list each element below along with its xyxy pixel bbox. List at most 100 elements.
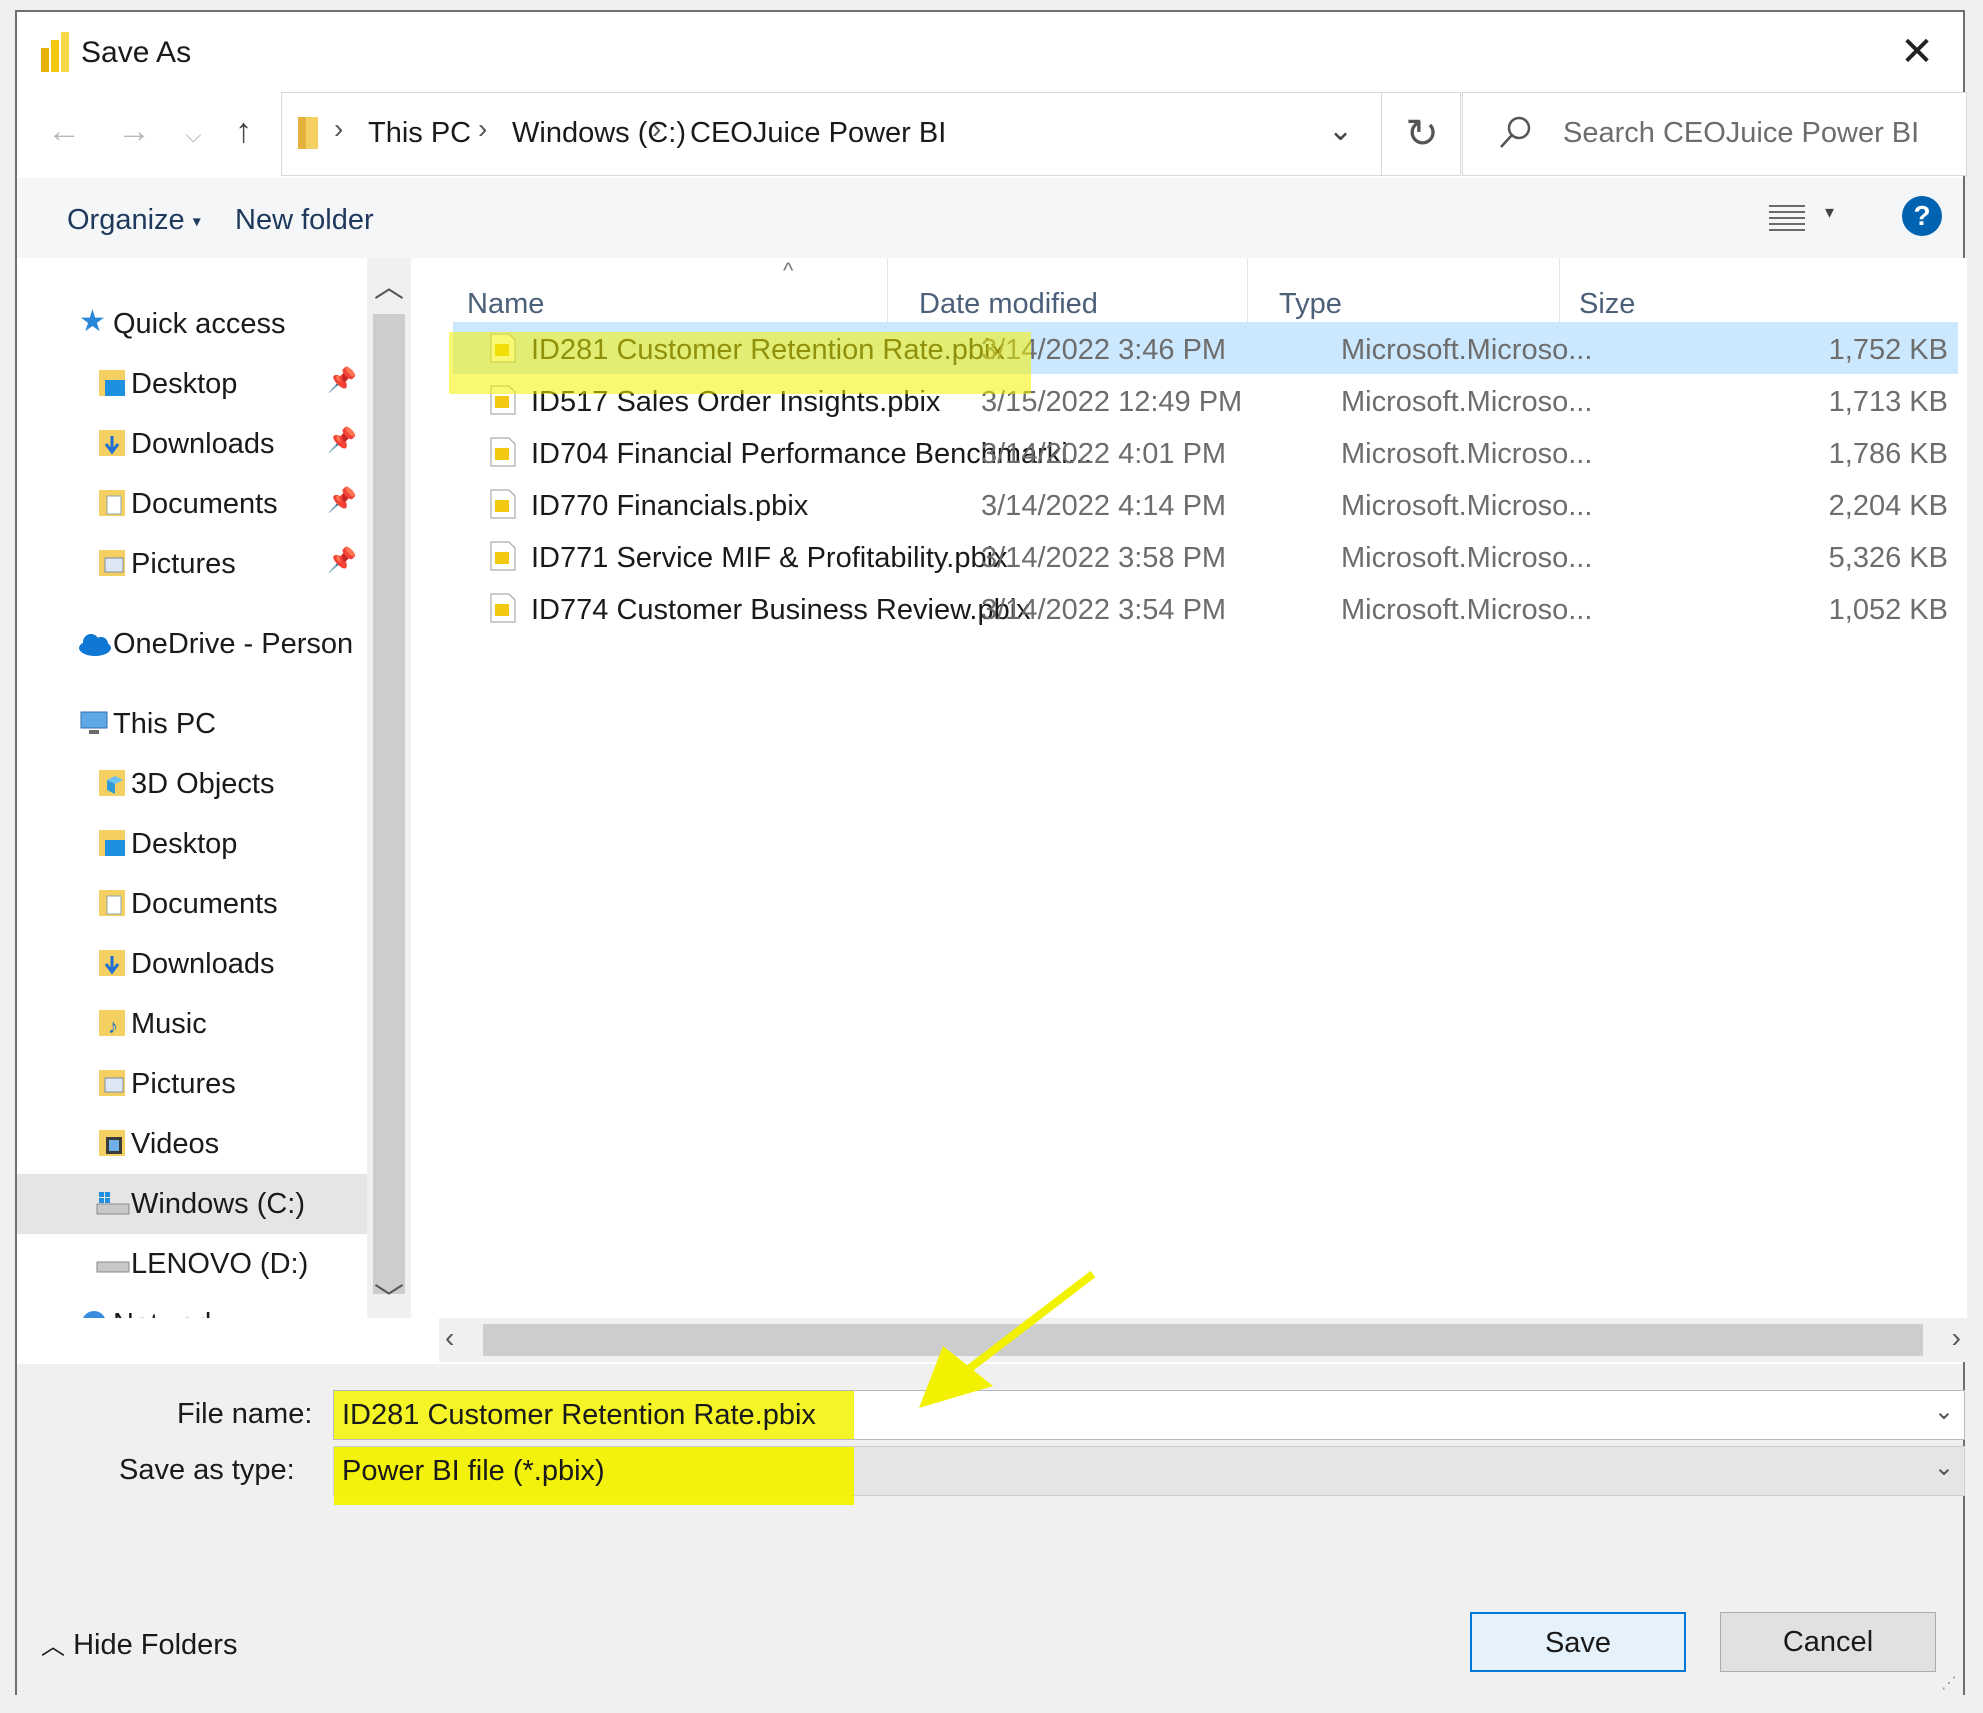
new-folder-button[interactable]: New folder xyxy=(235,204,374,237)
column-name[interactable]: Name xyxy=(467,288,544,321)
column-type[interactable]: Type xyxy=(1279,288,1342,321)
refresh-icon[interactable]: ↻ xyxy=(1381,92,1462,176)
pbix-file-icon xyxy=(490,541,516,571)
save-button[interactable]: Save xyxy=(1470,1612,1686,1672)
save-type-select[interactable]: Power BI file (*.pbix) ⌄ xyxy=(333,1446,1965,1505)
pin-icon[interactable]: 📌 xyxy=(327,366,357,395)
cancel-button[interactable]: Cancel xyxy=(1720,1612,1936,1672)
file-highlight xyxy=(449,332,1031,394)
file-type: Microsoft.Microso... xyxy=(1341,438,1593,470)
resize-grip-icon[interactable]: ⋰ xyxy=(1941,1673,1957,1693)
nav-pc-windows-c[interactable]: Windows (C:) xyxy=(17,1174,367,1234)
folder-icon xyxy=(298,117,318,149)
column-size[interactable]: Size xyxy=(1579,288,1635,321)
horizontal-scroll-thumb[interactable] xyxy=(483,1324,1923,1356)
nav-quick-access[interactable]: ★ Quick access xyxy=(17,294,367,354)
breadcrumb-ceojuice[interactable]: CEOJuice Power BI xyxy=(690,117,946,150)
table-row[interactable]: ID771 Service MIF & Profitability.pbix 3/… xyxy=(453,530,1958,582)
save-type-dropdown-icon[interactable]: ⌄ xyxy=(1934,1453,1954,1482)
pin-icon[interactable]: 📌 xyxy=(327,426,357,455)
downloads-folder-icon xyxy=(99,950,125,976)
nav-quick-pictures[interactable]: Pictures 📌 xyxy=(17,534,367,594)
file-name: ID771 Service MIF & Profitability.pbix xyxy=(531,542,1008,574)
pictures-folder-icon xyxy=(99,1070,125,1096)
svg-text:♪: ♪ xyxy=(108,1016,118,1038)
nav-pc-documents[interactable]: Documents xyxy=(17,874,367,934)
table-row[interactable]: ID704 Financial Performance Benchmarki..… xyxy=(453,426,1958,478)
organize-dropdown-icon: ▾ xyxy=(192,213,201,231)
nav-quick-downloads[interactable]: Downloads 📌 xyxy=(17,414,367,474)
view-dropdown-icon[interactable]: ▾ xyxy=(1825,202,1834,223)
back-arrow-icon[interactable]: ← xyxy=(47,112,81,151)
file-name-dropdown-icon[interactable]: ⌄ xyxy=(1934,1397,1954,1426)
videos-folder-icon xyxy=(99,1130,125,1156)
view-options-icon[interactable] xyxy=(1767,202,1807,234)
save-as-dialog: Save As ✕ ← → ⌵ ↑ › This PC › Windows (C… xyxy=(15,10,1967,1697)
hide-folders-label: Hide Folders xyxy=(73,1629,238,1661)
nav-quick-documents[interactable]: Documents 📌 xyxy=(17,474,367,534)
up-arrow-icon[interactable]: ↑ xyxy=(235,112,252,151)
search-input[interactable]: Search CEOJuice Power BI xyxy=(1462,92,1967,176)
nav-scroll-thumb[interactable] xyxy=(373,314,405,1294)
navigation-pane: ★ Quick access Desktop 📌 Downloads 📌 Doc… xyxy=(17,258,367,1318)
pin-icon[interactable]: 📌 xyxy=(327,486,357,515)
nav-label: Documents xyxy=(131,888,278,920)
breadcrumb-separator-icon: › xyxy=(334,113,344,144)
nav-pc-desktop[interactable]: Desktop xyxy=(17,814,367,874)
nav-pc-music[interactable]: ♪ Music xyxy=(17,994,367,1054)
sort-ascending-icon: ^ xyxy=(783,258,794,283)
downloads-folder-icon xyxy=(99,430,125,456)
recent-locations-chevron-icon[interactable]: ⌵ xyxy=(185,122,202,148)
desktop-folder-icon xyxy=(99,830,125,856)
nav-label: This PC xyxy=(113,708,217,740)
nav-pc-downloads[interactable]: Downloads xyxy=(17,934,367,994)
file-name-field[interactable]: ID281 Customer Retention Rate.pbix ⌄ xyxy=(333,1390,1965,1440)
file-type: Microsoft.Microso... xyxy=(1341,594,1593,626)
organize-button[interactable]: Organize ▾ xyxy=(67,204,201,237)
table-row[interactable]: ID774 Customer Business Review.pbix 3/14/… xyxy=(453,582,1958,634)
nav-label: Quick access xyxy=(113,308,286,340)
scroll-down-icon[interactable]: ﹀ xyxy=(367,1274,411,1318)
music-folder-icon: ♪ xyxy=(99,1010,125,1038)
save-type-label: Save as type: xyxy=(119,1454,295,1486)
hide-folders-button[interactable]: ︿ Hide Folders xyxy=(41,1626,237,1662)
scroll-left-icon[interactable]: ‹ xyxy=(445,1322,454,1354)
nav-label: Pictures xyxy=(131,1068,236,1100)
nav-this-pc[interactable]: This PC xyxy=(17,694,367,754)
pictures-folder-icon xyxy=(99,550,125,576)
title-bar: Save As ✕ xyxy=(17,12,1963,94)
pbix-file-icon xyxy=(490,593,516,623)
horizontal-scrollbar[interactable]: ‹ › xyxy=(439,1318,1967,1362)
star-icon: ★ xyxy=(79,305,106,338)
forward-arrow-icon[interactable]: → xyxy=(117,112,151,151)
organize-label: Organize xyxy=(67,204,185,236)
nav-onedrive[interactable]: OneDrive - Person xyxy=(17,614,367,674)
nav-scrollbar[interactable]: ︿ ﹀ xyxy=(367,258,411,1318)
nav-pc-pictures[interactable]: Pictures xyxy=(17,1054,367,1114)
file-date: 3/14/2022 4:14 PM xyxy=(981,490,1227,522)
save-type-value: Power BI file (*.pbix) xyxy=(342,1455,605,1487)
nav-pc-3d-objects[interactable]: 3D Objects xyxy=(17,754,367,814)
onedrive-cloud-icon xyxy=(79,634,111,656)
file-date: 3/14/2022 3:58 PM xyxy=(981,542,1227,574)
nav-label: Documents xyxy=(131,488,278,520)
scroll-right-icon[interactable]: › xyxy=(1952,1322,1961,1354)
scroll-up-icon[interactable]: ︿ xyxy=(367,262,411,306)
file-size: 5,326 KB xyxy=(1828,542,1948,574)
desktop-folder-icon xyxy=(99,370,125,396)
nav-pc-lenovo-d[interactable]: LENOVO (D:) xyxy=(17,1234,367,1294)
breadcrumb-this-pc[interactable]: This PC xyxy=(368,117,471,150)
nav-network[interactable]: Network xyxy=(17,1294,367,1318)
pin-icon[interactable]: 📌 xyxy=(327,546,357,575)
address-bar[interactable]: › This PC › Windows (C:) › CEOJuice Powe… xyxy=(281,92,1461,176)
close-icon[interactable]: ✕ xyxy=(1895,30,1939,74)
address-dropdown-chevron-icon[interactable]: ⌄ xyxy=(1328,113,1353,148)
nav-pc-videos[interactable]: Videos xyxy=(17,1114,367,1174)
help-icon[interactable]: ? xyxy=(1902,196,1942,236)
file-size: 2,204 KB xyxy=(1828,490,1948,522)
nav-quick-desktop[interactable]: Desktop 📌 xyxy=(17,354,367,414)
search-icon xyxy=(1500,116,1531,148)
nav-label: OneDrive - Person xyxy=(113,628,354,660)
column-date-modified[interactable]: Date modified xyxy=(919,288,1098,321)
table-row[interactable]: ID770 Financials.pbix 3/14/2022 4:14 PM Mi… xyxy=(453,478,1958,530)
